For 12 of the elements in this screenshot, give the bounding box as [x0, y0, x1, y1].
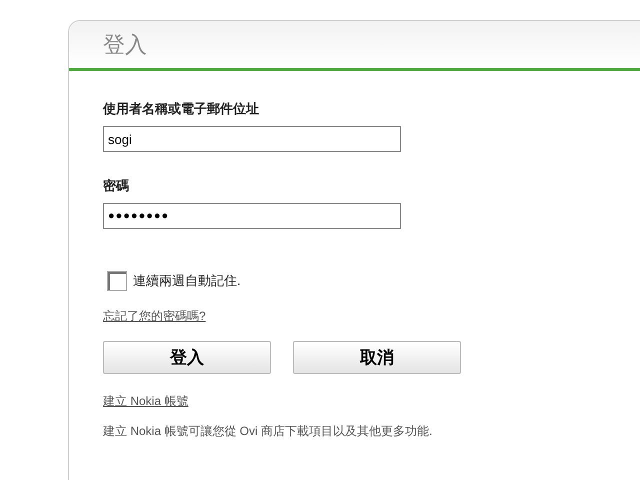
forgot-password-link[interactable]: 忘記了您的密碼嗎?	[103, 307, 206, 325]
panel-title: 登入	[103, 31, 147, 59]
field-label: 使用者名稱或電子郵件位址	[103, 101, 259, 117]
create-account-link[interactable]: 建立 Nokia 帳號	[103, 392, 188, 410]
form-button[interactable]: 登入	[103, 341, 271, 374]
field-label: 密碼	[103, 178, 129, 194]
remember-checkbox[interactable]	[107, 271, 127, 291]
remember-label: 連續兩週自動記住.	[133, 272, 241, 290]
create-account-description: 建立 Nokia 帳號可讓您從 Ovi 商店下載項目以及其他更多功能.	[103, 423, 432, 440]
form-button[interactable]: 取消	[293, 341, 461, 374]
username-field[interactable]: sogi	[103, 126, 401, 152]
password-field[interactable]: ●●●●●●●●	[103, 203, 401, 229]
